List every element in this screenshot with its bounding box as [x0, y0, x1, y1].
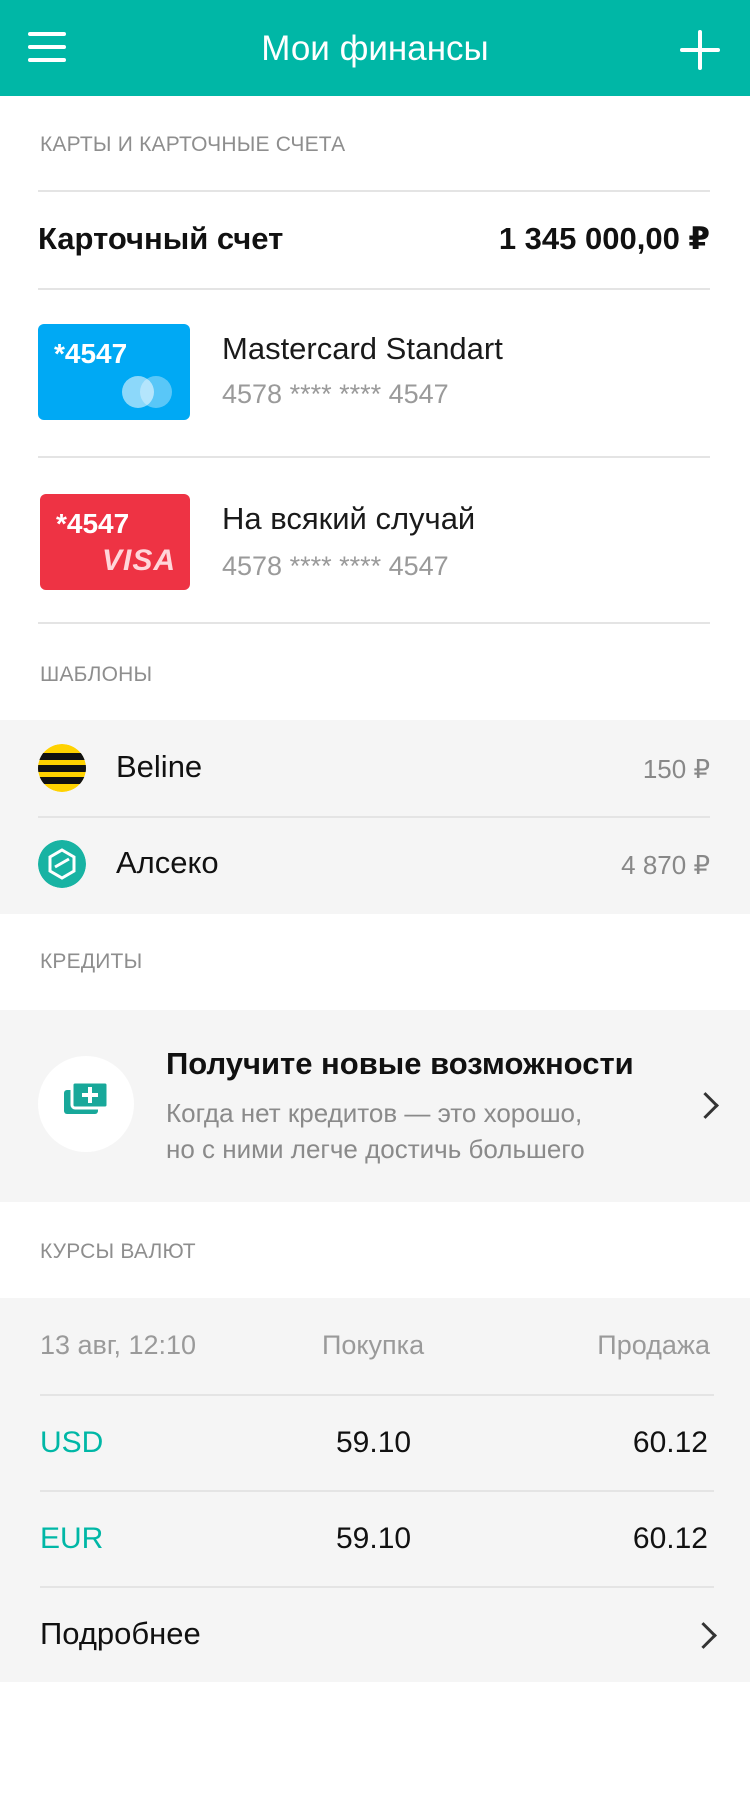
rates-buy-header: Покупка [322, 1330, 425, 1360]
app-header: Мои финансы [0, 0, 750, 96]
mastercard-logo-icon [122, 376, 176, 408]
divider [38, 288, 710, 290]
section-label-cards: КАРТЫ И КАРТОЧНЫЕ СЧЕТА [40, 133, 346, 156]
rates-more-link[interactable]: Подробнее [40, 1616, 201, 1652]
page-title: Мои финансы [261, 29, 489, 68]
card-thumb-number: *4547 [56, 508, 130, 539]
sell-rate: 60.12 [632, 1522, 708, 1555]
divider [40, 1586, 714, 1588]
template-name: Алсеко [116, 845, 219, 880]
sell-rate: 60.12 [632, 1426, 708, 1459]
card-number: 4578 **** **** 4547 [222, 551, 449, 581]
currency-code: EUR [40, 1522, 104, 1555]
add-plus-icon[interactable] [680, 30, 720, 70]
section-label-credits: КРЕДИТЫ [40, 950, 143, 973]
promo-text-line1: Когда нет кредитов — это хорошо, [166, 1098, 583, 1128]
rates-sell-header: Продажа [597, 1330, 710, 1360]
promo-text-line2: но с ними легче достичь большего [166, 1134, 585, 1164]
section-label-templates: ШАБЛОНЫ [40, 663, 153, 686]
alseko-logo-icon [38, 840, 86, 888]
add-card-icon-circle [38, 1056, 134, 1152]
account-label: Карточный счет [38, 221, 284, 256]
promo-title: Получите новые возможности [166, 1046, 634, 1081]
currency-code: USD [40, 1426, 104, 1459]
section-label-rates: КУРСЫ ВАЛЮТ [40, 1240, 196, 1263]
card-name: Mastercard Standart [222, 331, 503, 366]
card-number: 4578 **** **** 4547 [222, 379, 449, 409]
add-card-icon [64, 1080, 110, 1114]
card-thumbnail: *4547 VISA [40, 494, 190, 590]
template-amount: 4 870 ₽ [621, 850, 710, 880]
rates-date: 13 авг, 12:10 [40, 1330, 197, 1360]
beeline-logo-icon [38, 744, 86, 792]
divider [40, 1490, 714, 1492]
visa-logo: VISA [101, 544, 176, 577]
template-name: Beline [116, 749, 203, 784]
divider [38, 816, 710, 818]
card-name: На всякий случай [222, 501, 476, 536]
card-thumbnail: *4547 [38, 324, 190, 420]
template-amount: 150 ₽ [642, 754, 710, 784]
divider [38, 456, 710, 458]
buy-rate: 59.10 [336, 1426, 412, 1459]
divider [40, 1394, 714, 1396]
divider [38, 622, 710, 624]
buy-rate: 59.10 [336, 1522, 412, 1555]
card-thumb-number: *4547 [54, 338, 128, 369]
account-balance: 1 345 000,00 ₽ [498, 221, 710, 256]
divider [38, 190, 710, 192]
